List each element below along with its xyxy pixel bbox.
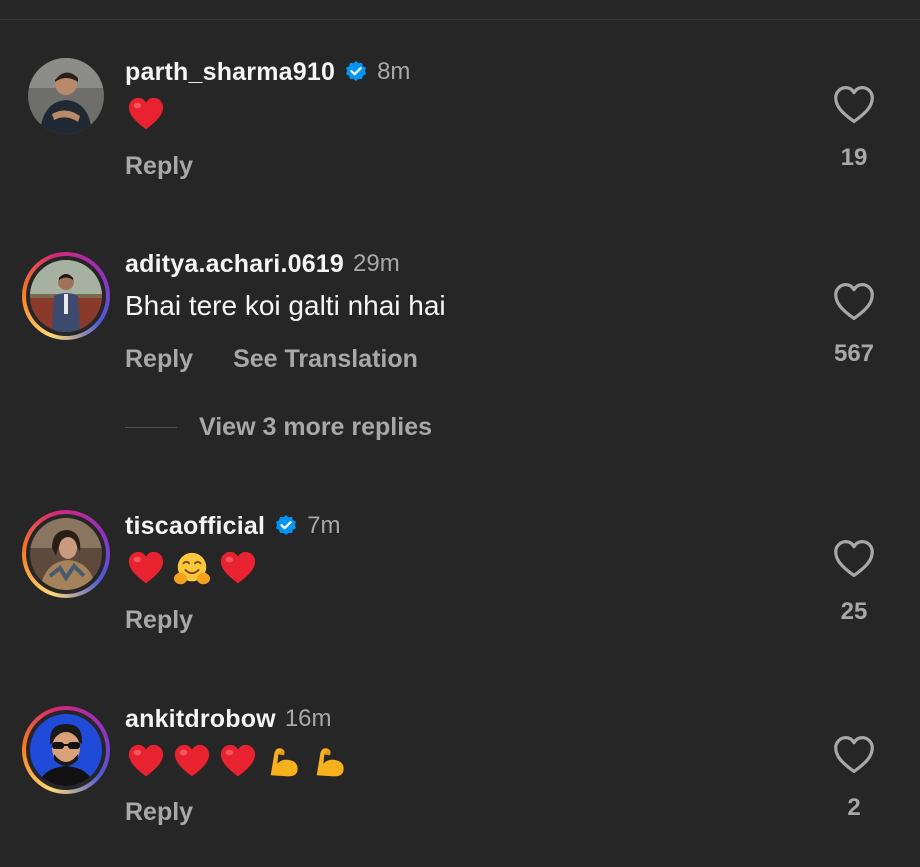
reply-button[interactable]: Reply (125, 606, 193, 635)
comment-text: Bhai tere koi galti nhai hai (125, 290, 446, 321)
comment-time: 29m (353, 250, 400, 277)
flexed-biceps-icon (265, 743, 303, 781)
like-button[interactable] (832, 734, 878, 778)
verified-badge-icon (274, 514, 298, 538)
avatar-image (30, 518, 102, 590)
heart-outline-icon (832, 283, 876, 327)
comment-item: ankitdrobow 16m Reply 2 (0, 0, 920, 826)
view-more-replies-button[interactable]: View 3 more replies (125, 413, 432, 442)
red-heart-icon (219, 743, 257, 781)
avatar-story-ring[interactable] (22, 252, 110, 340)
heart-outline-icon (832, 540, 876, 584)
flexed-biceps-icon (311, 743, 349, 781)
like-count: 2 (847, 794, 861, 821)
avatar-story-ring[interactable] (22, 706, 110, 794)
comment-emojis (127, 550, 257, 588)
comment-time: 7m (307, 512, 341, 539)
avatar-image (30, 714, 102, 786)
see-translation-button[interactable]: See Translation (233, 345, 418, 374)
heart-outline-icon (832, 736, 876, 780)
reply-button[interactable]: Reply (125, 798, 193, 827)
comment-emojis (127, 743, 349, 781)
like-button[interactable] (832, 281, 878, 325)
like-count: 567 (833, 340, 875, 367)
red-heart-icon (127, 743, 165, 781)
username[interactable]: aditya.achari.0619 (125, 250, 344, 279)
replies-divider-line (125, 427, 177, 428)
reply-button[interactable]: Reply (125, 345, 193, 374)
red-heart-icon (173, 743, 211, 781)
username[interactable]: tiscaofficial (125, 512, 265, 541)
like-button[interactable] (832, 538, 878, 582)
avatar-image (30, 260, 102, 332)
comment-time: 16m (284, 705, 332, 732)
hugging-face-icon (173, 550, 211, 588)
avatar-story-ring[interactable] (22, 510, 110, 598)
username[interactable]: ankitdrobow (125, 705, 276, 734)
view-more-replies-label: View 3 more replies (199, 413, 432, 441)
like-count: 25 (840, 598, 868, 625)
red-heart-icon (127, 550, 165, 588)
red-heart-icon (219, 550, 257, 588)
